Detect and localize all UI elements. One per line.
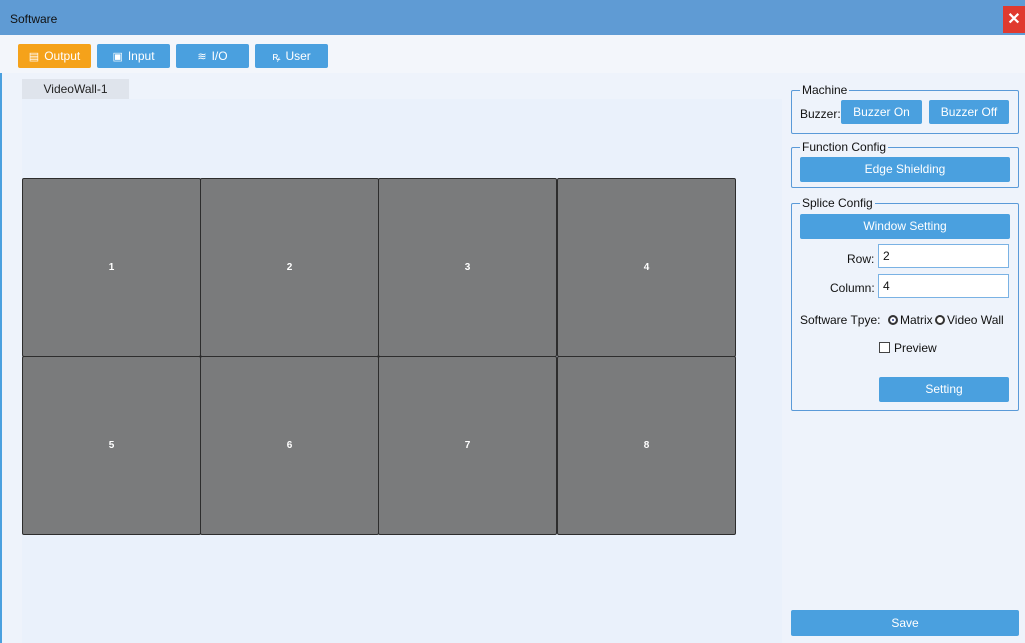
- tab-user-label: User: [285, 49, 311, 63]
- window-setting-button[interactable]: Window Setting: [800, 214, 1010, 239]
- video-wall-radio[interactable]: Video Wall: [935, 313, 1004, 327]
- screen-tile-7[interactable]: 7: [378, 356, 557, 535]
- tab-io-label: I/O: [211, 49, 228, 63]
- left-edge-divider: [0, 73, 2, 643]
- preview-label: Preview: [894, 341, 937, 355]
- screen-tile-5[interactable]: 5: [22, 356, 201, 535]
- column-label: Column:: [830, 281, 875, 295]
- preview-checkbox-icon: [879, 342, 890, 353]
- buzzer-off-button[interactable]: Buzzer Off: [929, 100, 1009, 124]
- edge-shielding-button[interactable]: Edge Shielding: [800, 157, 1010, 182]
- machine-legend: Machine: [800, 83, 850, 97]
- tab-input-label: Input: [127, 49, 155, 63]
- output-icon: ▤: [28, 50, 40, 63]
- screen-tile-2[interactable]: 2: [200, 178, 379, 357]
- video-wall-radio-icon: [935, 315, 945, 325]
- io-icon: ≋: [197, 50, 207, 63]
- function-config-panel: Function Config Edge Shielding: [791, 140, 1019, 188]
- screen-tile-3[interactable]: 3: [378, 178, 557, 357]
- row-input[interactable]: [878, 244, 1009, 268]
- splice-config-panel: Splice Config Window Setting Row: Column…: [791, 196, 1019, 411]
- preview-checkbox[interactable]: Preview: [879, 341, 937, 355]
- save-button[interactable]: Save: [791, 610, 1019, 636]
- function-config-legend: Function Config: [800, 140, 889, 154]
- row-label: Row:: [847, 252, 875, 266]
- setting-button[interactable]: Setting: [879, 377, 1009, 402]
- splice-config-legend: Splice Config: [800, 196, 875, 210]
- tab-input[interactable]: ▣ Input: [97, 44, 170, 68]
- matrix-radio[interactable]: Matrix: [888, 313, 933, 327]
- input-icon: ▣: [112, 50, 123, 63]
- buzzer-on-button[interactable]: Buzzer On: [841, 100, 922, 124]
- video-wall-label: Video Wall: [947, 313, 1004, 327]
- screen-tile-6[interactable]: 6: [200, 356, 379, 535]
- tab-io[interactable]: ≋ I/O: [176, 44, 249, 68]
- tab-output[interactable]: ▤ Output: [18, 44, 91, 68]
- machine-panel: Machine Buzzer: Buzzer On Buzzer Off: [791, 83, 1019, 134]
- title-bar: Software ✕: [0, 0, 1025, 35]
- screen-tile-4[interactable]: 4: [557, 178, 736, 357]
- matrix-radio-icon: [888, 315, 898, 325]
- tab-videowall-1[interactable]: VideoWall-1: [22, 79, 129, 99]
- tab-user[interactable]: ꝶ User: [255, 44, 328, 68]
- toolbar: ▤ Output ▣ Input ≋ I/O ꝶ User: [0, 35, 1025, 73]
- matrix-label: Matrix: [900, 313, 933, 327]
- window-title: Software: [10, 12, 58, 26]
- tab-output-label: Output: [44, 49, 81, 63]
- buzzer-label: Buzzer:: [800, 107, 841, 121]
- close-icon[interactable]: ✕: [1003, 6, 1025, 33]
- screen-tile-8[interactable]: 8: [557, 356, 736, 535]
- software-type-label: Software Tpye:: [800, 313, 881, 327]
- screen-tile-1[interactable]: 1: [22, 178, 201, 357]
- column-input[interactable]: [878, 274, 1009, 298]
- user-icon: ꝶ: [272, 50, 281, 63]
